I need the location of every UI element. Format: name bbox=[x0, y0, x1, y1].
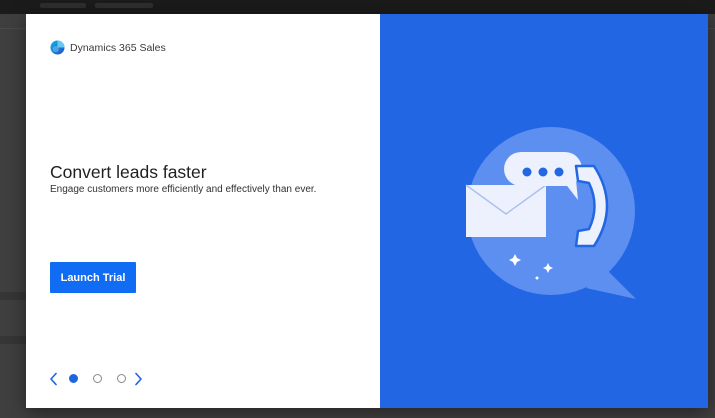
communication-illustration bbox=[465, 127, 636, 299]
background-breadcrumb bbox=[40, 3, 86, 8]
dynamics-365-logo-icon bbox=[50, 40, 65, 55]
previous-slide-button[interactable] bbox=[48, 372, 60, 386]
background-breadcrumb bbox=[95, 3, 153, 8]
slide-indicator-3[interactable] bbox=[117, 374, 126, 383]
launch-trial-button[interactable]: Launch Trial bbox=[50, 262, 136, 293]
slide-description: Engage customers more efficiently and ef… bbox=[50, 184, 317, 195]
dialog-content-pane: Dynamics 365 Sales Convert leads faster … bbox=[26, 14, 380, 408]
slide-indicator-2[interactable] bbox=[93, 374, 102, 383]
background-app-bar bbox=[0, 0, 715, 14]
chevron-right-icon bbox=[135, 372, 142, 386]
trial-welcome-dialog: Dynamics 365 Sales Convert leads faster … bbox=[26, 14, 708, 408]
illustration-pane bbox=[380, 14, 708, 408]
app-name: Dynamics 365 Sales bbox=[70, 41, 166, 54]
background-row bbox=[0, 292, 26, 300]
envelope-icon bbox=[465, 184, 547, 237]
slide-indicator-1[interactable] bbox=[69, 374, 78, 383]
background-row bbox=[0, 336, 26, 344]
next-slide-button[interactable] bbox=[132, 372, 144, 386]
chevron-left-icon bbox=[50, 372, 57, 386]
slide-headline: Convert leads faster bbox=[50, 162, 207, 182]
brand-header: Dynamics 365 Sales bbox=[50, 40, 166, 55]
